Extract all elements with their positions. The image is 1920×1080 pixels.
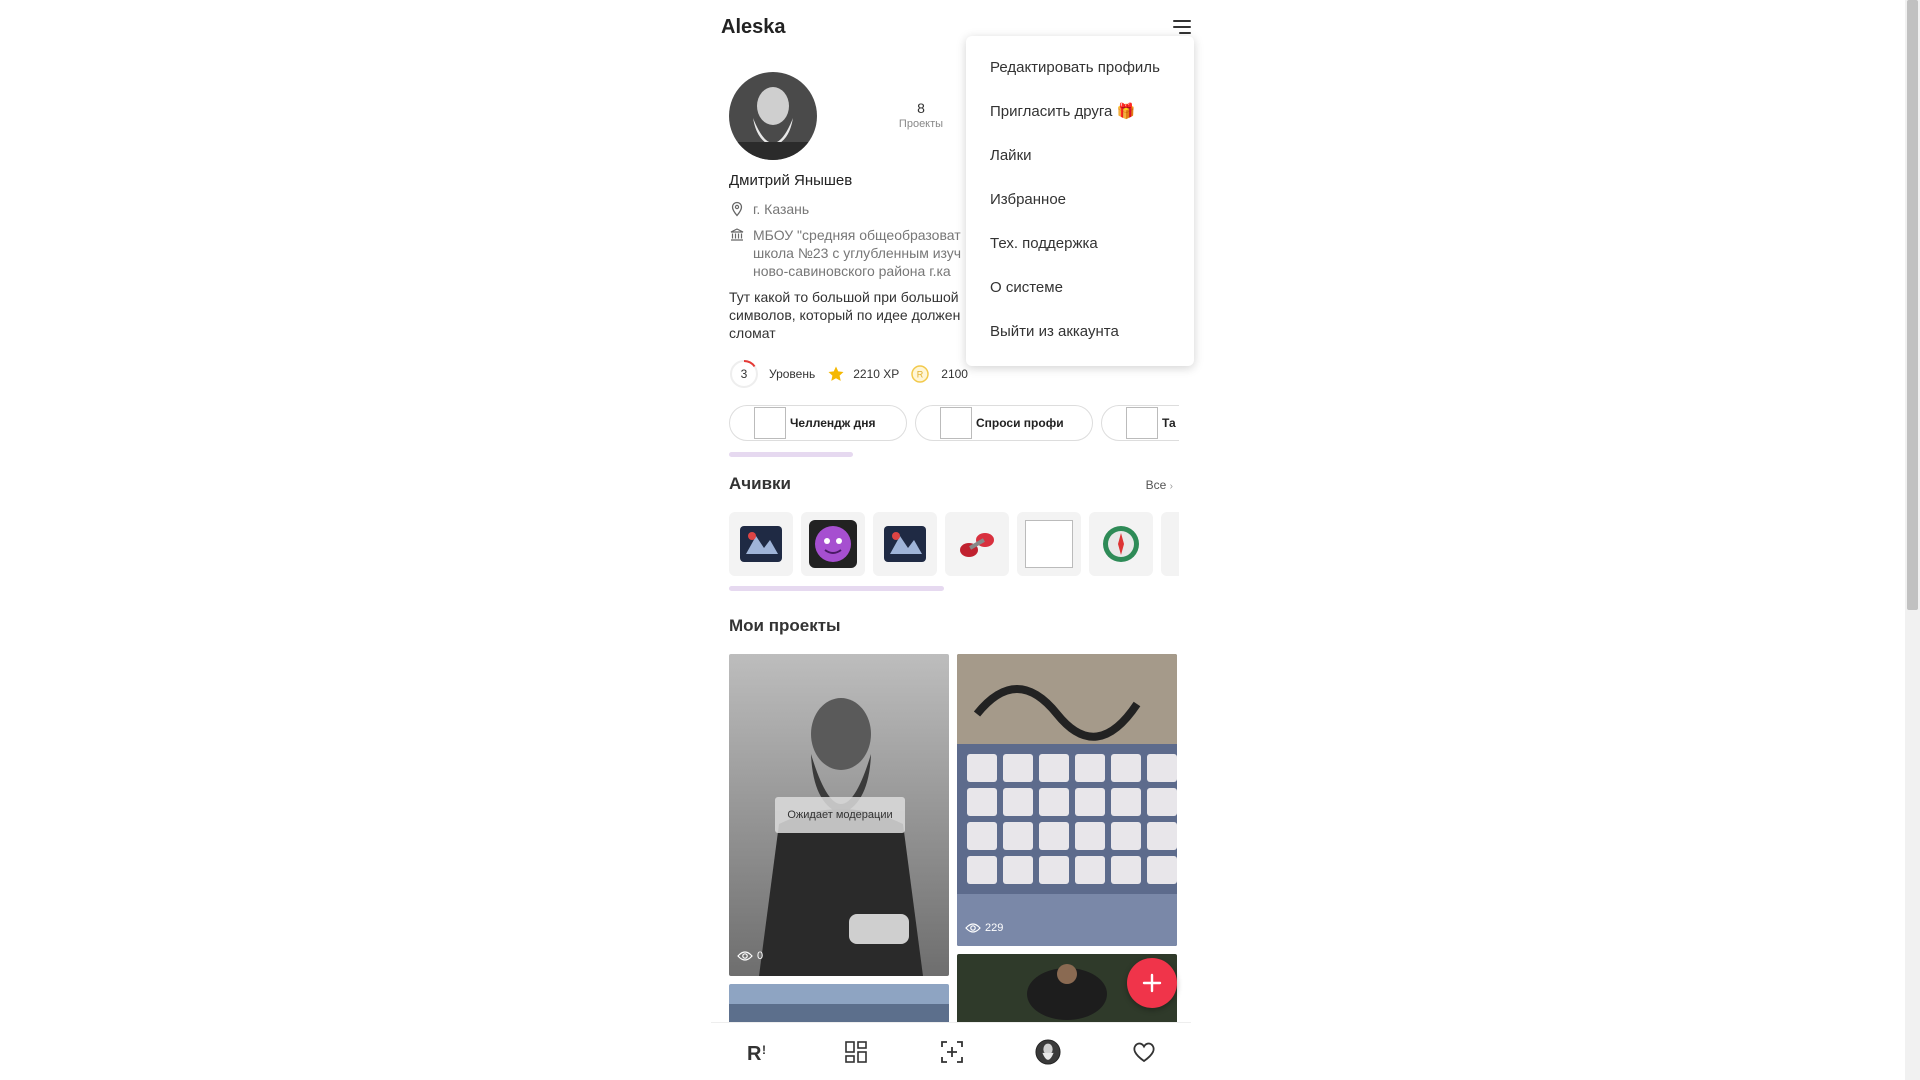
menu-item-favorites[interactable]: Избранное — [966, 178, 1194, 222]
profile-avatar[interactable] — [729, 72, 817, 160]
city-row: г. Казань — [729, 200, 978, 218]
menu-item-invite-friend[interactable]: Пригласить друга 🎁 — [966, 90, 1194, 134]
project-card[interactable]: Ожидает модерации 0 — [729, 654, 949, 976]
chip-label: Та — [1162, 416, 1176, 430]
views-count: 0 — [757, 950, 764, 962]
feed-icon[interactable] — [843, 1039, 869, 1065]
school-row: МБОУ "средняя общеобразоват школа №23 с … — [729, 226, 978, 280]
coin-icon: R — [911, 365, 930, 383]
menu-item-about-system[interactable]: О системе — [966, 266, 1194, 310]
projects-label: Проекты — [898, 118, 944, 130]
svg-text:R: R — [917, 370, 924, 380]
user-name: Дмитрий Янышев — [729, 172, 853, 189]
projects-stat[interactable]: 8 Проекты — [891, 100, 951, 130]
project-card[interactable]: 229 — [957, 654, 1177, 946]
see-all-label: Все — [1145, 478, 1167, 492]
star-icon — [828, 366, 844, 381]
chip-image — [754, 407, 786, 439]
menu-item-logout[interactable]: Выйти из аккаунта — [966, 310, 1194, 354]
app-title: Aleska — [721, 16, 786, 38]
chips-scroll-indicator — [729, 452, 853, 457]
chip-ask-pro[interactable]: Спроси профи — [915, 405, 1093, 441]
views-counter: 0 — [737, 950, 763, 962]
achievement-badge[interactable] — [945, 512, 1009, 576]
project-image — [957, 654, 1177, 946]
school-line: ново-савиновского района г.ка — [753, 263, 951, 279]
menu-item-likes[interactable]: Лайки — [966, 134, 1194, 178]
project-card[interactable] — [729, 984, 949, 1024]
menu-icon[interactable] — [1169, 18, 1191, 36]
eye-icon — [965, 923, 981, 933]
page-scrollbar-thumb[interactable] — [1907, 0, 1918, 610]
likes-heart-icon[interactable] — [1131, 1039, 1157, 1065]
chip-image — [940, 407, 972, 439]
achievement-badge[interactable] — [1017, 512, 1081, 576]
achievement-badge[interactable] — [1089, 512, 1153, 576]
school-line: школа №23 с углубленным изуч — [753, 245, 962, 261]
about-text: Тут какой то большой при большой символо… — [729, 289, 961, 341]
svg-text:R: R — [747, 1043, 762, 1062]
achievements-title: Ачивки — [729, 474, 792, 493]
add-project-fab[interactable] — [1127, 958, 1177, 1008]
location-pin-icon — [731, 201, 743, 217]
institution-icon — [730, 228, 744, 241]
chip-challenge[interactable]: Челлендж дня — [729, 405, 907, 441]
city-text: г. Казань — [753, 201, 810, 217]
level-value: 3 — [740, 367, 748, 381]
projects-count: 8 — [917, 100, 925, 116]
level-label: Уровень — [769, 367, 816, 381]
achievement-badge[interactable] — [801, 512, 865, 576]
chevron-right-icon: › — [1169, 481, 1173, 492]
achievements-scroll-indicator — [729, 586, 944, 591]
level-row: 3 Уровень 2210 XP R 2100 — [729, 358, 968, 390]
profile-menu-dropdown: Редактировать профиль Пригласить друга 🎁… — [966, 36, 1194, 366]
add-project-icon[interactable] — [939, 1039, 965, 1065]
coins-value: 2100 — [941, 367, 968, 381]
xp-value: 2210 XP — [853, 367, 900, 381]
quick-chips: Челлендж дня Спроси профи Та — [729, 405, 1179, 443]
coins-block: R 2100 — [911, 365, 968, 383]
logo-icon[interactable]: R! — [747, 1039, 773, 1065]
moderation-status-badge: Ожидает модерации — [775, 797, 905, 833]
menu-item-edit-profile[interactable]: Редактировать профиль — [966, 46, 1194, 90]
xp-block: 2210 XP — [827, 365, 899, 383]
school-line: МБОУ "средняя общеобразоват — [753, 227, 961, 243]
plus-icon — [1142, 973, 1162, 993]
eye-icon — [737, 951, 753, 961]
menu-item-support[interactable]: Тех. поддержка — [966, 222, 1194, 266]
chip-image — [1126, 407, 1158, 439]
bottom-navigation: R! — [711, 1022, 1191, 1080]
achievement-badge[interactable] — [729, 512, 793, 576]
page-scrollbar[interactable] — [1905, 0, 1920, 1080]
achievement-image-placeholder — [1025, 520, 1073, 568]
achievement-badge[interactable] — [873, 512, 937, 576]
project-image — [729, 984, 949, 1024]
profile-avatar[interactable] — [1035, 1039, 1061, 1065]
svg-text:!: ! — [762, 1043, 766, 1057]
achievements-row — [729, 512, 1179, 576]
achievements-see-all-link[interactable]: Все › — [1146, 478, 1173, 492]
views-count: 229 — [985, 922, 1004, 934]
chip-third[interactable]: Та — [1101, 405, 1179, 441]
achievement-badge[interactable] — [1161, 512, 1179, 576]
chip-label: Спроси профи — [976, 416, 1064, 430]
projects-title: Мои проекты — [729, 616, 841, 635]
chip-label: Челлендж дня — [790, 416, 876, 430]
views-counter: 229 — [965, 922, 1003, 934]
level-ring: 3 — [729, 359, 759, 389]
